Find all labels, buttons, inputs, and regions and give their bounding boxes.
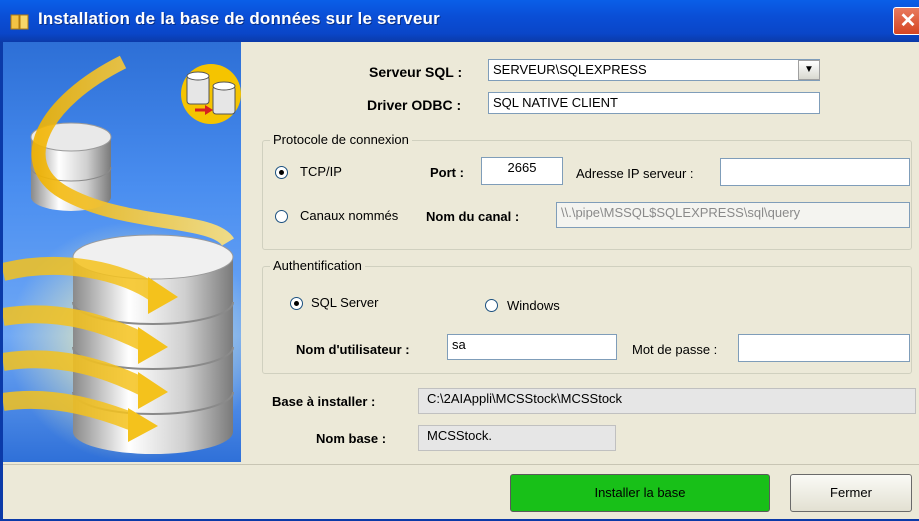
named-pipes-label: Canaux nommés [300, 208, 399, 223]
sql-auth-radio[interactable] [290, 297, 303, 310]
footer-bar [3, 464, 919, 519]
pipe-name-label: Nom du canal : [426, 209, 520, 224]
pipe-name-value: \\.\pipe\MSSQL$SQLEXPRESS\sql\query [561, 205, 801, 220]
username-label: Nom d'utilisateur : [296, 342, 410, 357]
tcp-ip-label: TCP/IP [300, 164, 342, 179]
odbc-driver-field[interactable]: SQL NATIVE CLIENT [488, 92, 820, 114]
username-value: sa [452, 337, 466, 352]
ip-address-field[interactable] [720, 158, 910, 186]
ip-address-label: Adresse IP serveur : [576, 166, 694, 181]
protocol-groupbox [262, 140, 912, 250]
sql-server-select[interactable]: SERVEUR\SQLEXPRESS [488, 59, 820, 81]
chevron-down-icon[interactable]: ▼ [798, 60, 820, 80]
sql-server-value: SERVEUR\SQLEXPRESS [493, 62, 647, 77]
base-name-label: Nom base : [316, 431, 387, 446]
password-field[interactable] [738, 334, 910, 362]
named-pipes-radio[interactable] [275, 210, 288, 223]
install-base-label: Base à installer : [272, 394, 376, 409]
port-field[interactable]: 2665 [481, 157, 563, 185]
windows-auth-label: Windows [507, 298, 560, 313]
close-button[interactable]: Fermer [790, 474, 912, 512]
install-base-button-label: Installer la base [594, 485, 686, 500]
pipe-name-field[interactable]: \\.\pipe\MSSQL$SQLEXPRESS\sql\query [556, 202, 910, 228]
app-icon [10, 14, 29, 30]
base-name-field[interactable]: MCSStock. [418, 425, 616, 451]
close-button-label: Fermer [830, 485, 872, 500]
install-base-field[interactable]: C:\2AIAppli\MCSStock\MCSStock [418, 388, 916, 414]
database-transfer-icon [181, 64, 241, 124]
password-label: Mot de passe : [632, 342, 718, 357]
window-title: Installation de la base de données sur l… [38, 9, 440, 28]
windows-auth-radio[interactable] [485, 299, 498, 312]
odbc-driver-label: Driver ODBC : [367, 97, 462, 113]
protocol-legend: Protocole de connexion [270, 132, 412, 147]
sql-server-label: Serveur SQL : [369, 64, 463, 80]
install-base-value: C:\2AIAppli\MCSStock\MCSStock [427, 391, 623, 406]
sql-auth-label: SQL Server [311, 295, 379, 310]
tcp-ip-radio[interactable] [275, 166, 288, 179]
base-name-value: MCSStock. [427, 428, 493, 443]
odbc-driver-value: SQL NATIVE CLIENT [493, 95, 618, 110]
username-field[interactable]: sa [447, 334, 617, 360]
close-window-button[interactable]: ✕ [893, 7, 919, 35]
port-label: Port : [430, 165, 464, 180]
auth-legend: Authentification [270, 258, 365, 273]
install-base-button[interactable]: Installer la base [510, 474, 770, 512]
port-value: 2665 [507, 160, 537, 175]
title-bar: Installation de la base de données sur l… [0, 0, 919, 42]
